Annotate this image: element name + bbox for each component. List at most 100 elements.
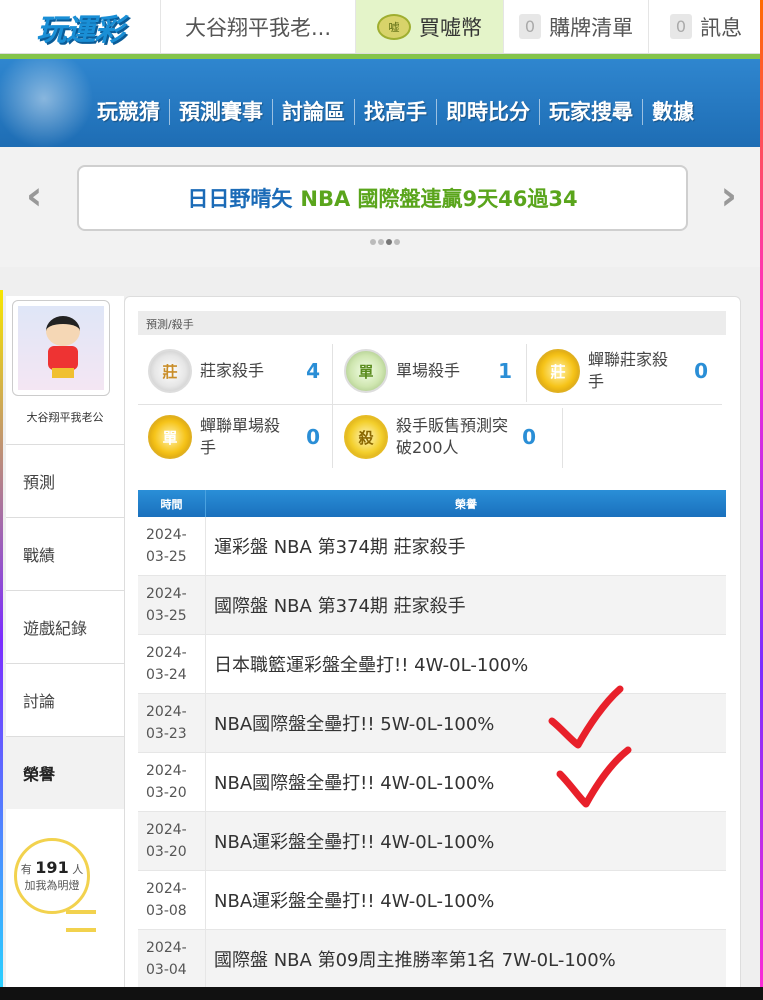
avatar-head [46,316,80,346]
chevron-left-icon[interactable]: ‹ [26,173,42,219]
nav-item-experts[interactable]: 找高手 [354,99,436,125]
likes-count: 191 [35,858,69,877]
check-mark-icon [548,685,624,749]
check-mark-icon [556,746,632,808]
sidebar-item-honors[interactable]: 榮譽 [6,736,124,809]
row-date-monthday: 03-24 [146,667,187,683]
consecutive-dealer-badge-icon: 莊 [536,349,580,393]
row-date: 2024- 03-20 [138,753,206,811]
row-date-year: 2024- [146,645,187,661]
column-header-date: 時間 [138,490,206,517]
column-header-honor: 榮譽 [455,497,477,511]
honor-label: 殺手販售預測突破200人 [396,416,509,457]
divider [332,344,333,468]
honor-count: 0 [522,425,536,449]
row-date-monthday: 03-23 [146,726,187,742]
row-honor-text: NBA運彩盤全壘打!! 4W-0L-100% [214,891,495,912]
likes-suffix: 人 [72,863,84,876]
nav-item-predict[interactable]: 預測賽事 [169,99,272,125]
messages-button[interactable]: 0 訊息 [648,0,763,53]
row-date-year: 2024- [146,822,187,838]
carousel-dot[interactable] [394,239,400,245]
honor-sales-200: 殺 殺手販售預測突破200人 0 [334,406,558,468]
row-date-year: 2024- [146,881,187,897]
user-name: 大谷翔平我老... [184,15,332,40]
sidebar-item-discussion[interactable]: 討論 [6,663,124,736]
chevron-right-icon[interactable]: › [721,173,737,219]
table-body: 2024- 03-25 運彩盤 NBA 第374期 莊家殺手 2024- 03-25 國際… [138,517,726,989]
nav-item-player-search[interactable]: 玩家搜尋 [539,99,642,125]
coin-icon: 嘘 [377,13,411,40]
table-row: 2024- 03-25 國際盤 NBA 第374期 莊家殺手 [138,576,726,635]
table-row: 2024- 03-20 NBA運彩盤全壘打!! 4W-0L-100% [138,812,726,871]
carousel-dot-active[interactable] [386,239,392,245]
row-date-monthday: 03-20 [146,785,187,801]
avatar-legs [52,368,74,378]
row-honor-text: NBA國際盤全壘打!! 5W-0L-100% [214,714,495,735]
buy-coins-button[interactable]: 嘘 買嘘幣 [355,0,503,53]
likes-caption: 加我為明燈 [24,879,80,892]
carousel-dot[interactable] [370,239,376,245]
nav-item-livescore[interactable]: 即時比分 [436,99,539,125]
sidebar-item-game-log[interactable]: 遊戲紀錄 [6,590,124,663]
divider [138,404,722,405]
avatar-image [18,306,104,390]
honor-label: 蟬聯單場殺手 [200,416,281,457]
cart-count-badge: 0 [518,14,542,39]
table-row: 2024- 03-25 運彩盤 NBA 第374期 莊家殺手 [138,517,726,576]
single-killer-badge-icon: 單 [344,349,388,393]
logo-text: 玩運彩 [36,12,125,48]
avatar[interactable] [12,300,110,396]
honor-count: 0 [306,425,320,449]
nav-item-data[interactable]: 數據 [642,99,703,125]
site-logo[interactable]: 玩運彩 [0,0,160,53]
likes-text: 有 191 人 加我為明燈 [16,860,88,894]
top-bar: 玩運彩 大谷翔平我老... 嘘 買嘘幣 0 購牌清單 0 訊息 [0,0,763,54]
honor-consecutive-dealer-killer: 莊 蟬聯莊家殺手 0 [526,340,722,402]
row-honor-text: 日本職籃運彩盤全壘打!! 4W-0L-100% [214,655,529,676]
avatar-body [48,346,78,370]
row-date: 2024- 03-23 [138,694,206,752]
row-date-year: 2024- [146,704,187,720]
row-date-year: 2024- [146,763,187,779]
screen-edge-decoration [0,290,3,990]
honor-consecutive-single-killer: 單 蟬聯單場殺手 0 [138,406,334,468]
nav-item-guess[interactable]: 玩競猜 [88,99,169,125]
honor-count: 1 [498,359,512,383]
table-row: 2024- 03-08 NBA運彩盤全壘打!! 4W-0L-100% [138,871,726,930]
row-date-year: 2024- [146,940,187,956]
user-menu[interactable]: 大谷翔平我老... [160,0,355,53]
sidebar-item-record[interactable]: 戰績 [6,517,124,590]
cart-button[interactable]: 0 購牌清單 [503,0,648,53]
sidebar-item-predictions[interactable]: 預測 [6,444,124,517]
likes-prefix: 有 [20,863,32,876]
row-date: 2024- 03-08 [138,871,206,929]
divider [562,408,563,468]
row-honor-text: NBA國際盤全壘打!! 4W-0L-100% [214,773,495,794]
consecutive-single-badge-icon: 單 [148,415,192,459]
messages-label: 訊息 [700,15,743,40]
row-date: 2024- 03-25 [138,517,206,575]
page-root: 玩運彩 大谷翔平我老... 嘘 買嘘幣 0 購牌清單 0 訊息 玩競猜 預測賽事… [0,0,763,1000]
honor-count: 4 [306,359,320,383]
row-date-year: 2024- [146,527,187,543]
row-honor-text: NBA運彩盤全壘打!! 4W-0L-100% [214,832,495,853]
profile-username: 大谷翔平我老公 [26,411,104,424]
honors-table: 時間 榮譽 2024- 03-25 運彩盤 NBA 第374期 莊家殺手 2024- 0… [138,490,726,989]
table-header: 時間 榮譽 [138,490,726,517]
bottom-bar [0,987,763,1000]
nav-item-forum[interactable]: 討論區 [272,99,354,125]
banner-record-text: NBA 國際盤連贏9天46過34 [300,187,578,211]
row-date-monthday: 03-25 [146,549,187,565]
carousel-dot[interactable] [378,239,384,245]
table-row: 2024- 03-23 NBA國際盤全壘打!! 5W-0L-100% [138,694,726,753]
banner-announcement[interactable]: 日日野晴矢 NBA 國際盤連贏9天46過34 [77,165,688,231]
profile-sidebar: 大谷翔平我老公 預測 戰績 遊戲紀錄 討論 榮譽 有 191 人 加我為明燈 [6,296,124,1000]
table-row: 2024- 03-20 NBA國際盤全壘打!! 4W-0L-100% [138,753,726,812]
message-count-badge: 0 [669,14,693,39]
light-up-button[interactable]: 有 191 人 加我為明燈 [10,838,100,938]
row-honor-text: 運彩盤 NBA 第374期 莊家殺手 [214,537,466,558]
table-row: 2024- 03-04 國際盤 NBA 第09周主推勝率第1名 7W-0L-100% [138,930,726,989]
divider [526,344,527,402]
row-date-monthday: 03-25 [146,608,187,624]
